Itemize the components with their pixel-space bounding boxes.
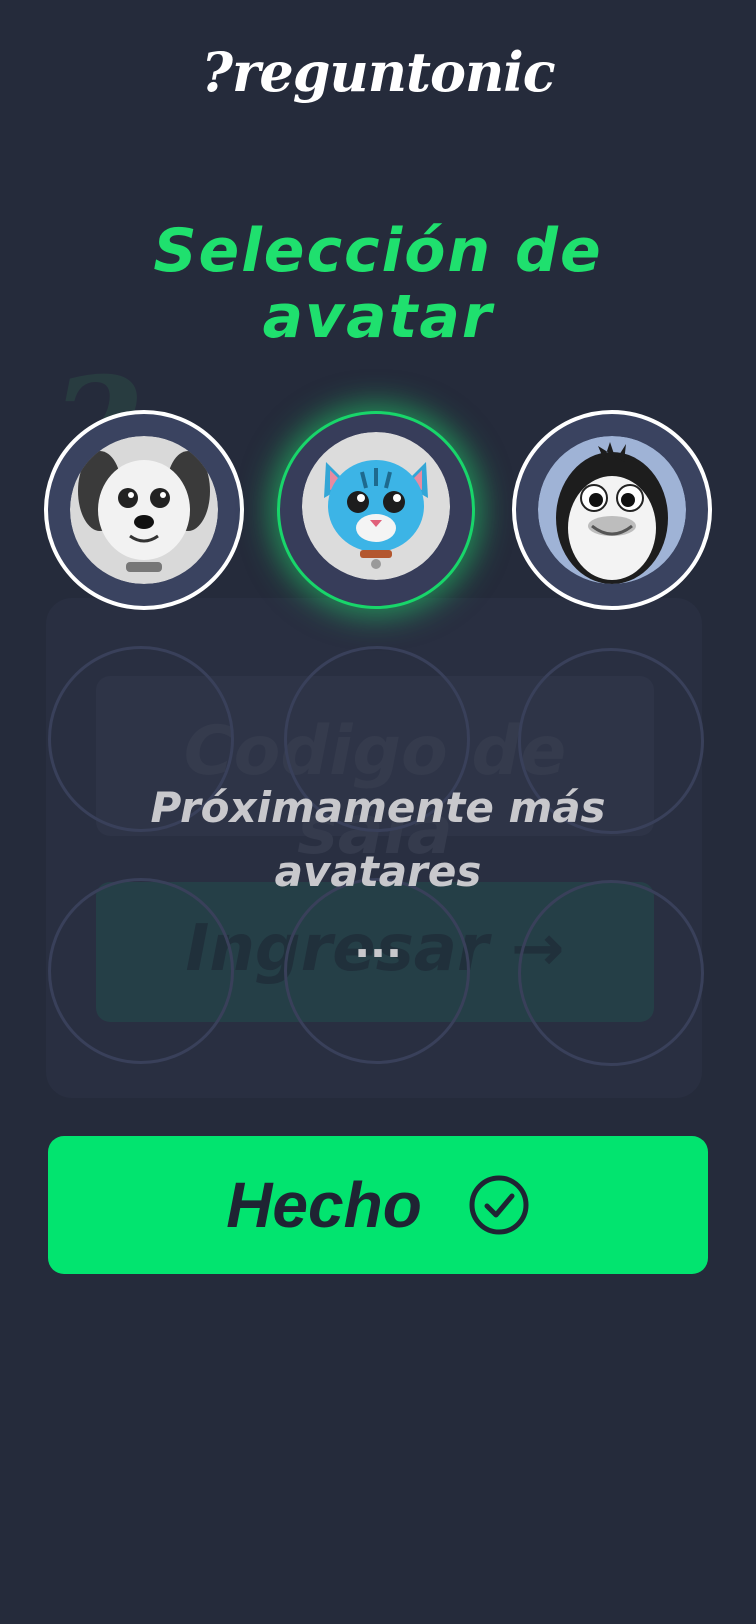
check-circle-icon: [469, 1175, 529, 1235]
dog-avatar[interactable]: [44, 410, 244, 610]
coming-soon-ellipsis: ...: [354, 918, 402, 967]
cat-avatar[interactable]: [280, 414, 472, 606]
avatar-slot-empty: [48, 878, 234, 1064]
cat-icon: [302, 432, 450, 580]
app-logo: ?reguntonic: [201, 40, 555, 104]
coming-soon-text: Próximamente más avatares: [150, 783, 606, 896]
avatar-slot-empty: [518, 880, 704, 1066]
dog-icon: [70, 436, 218, 584]
penguin-icon: [538, 436, 686, 584]
done-button-label: Hecho: [226, 1169, 422, 1241]
avatar-slot-empty: [284, 878, 470, 1064]
done-button[interactable]: Hecho: [48, 1136, 708, 1274]
page-title: Selección de avatar: [153, 216, 603, 352]
penguin-avatar[interactable]: [512, 410, 712, 610]
